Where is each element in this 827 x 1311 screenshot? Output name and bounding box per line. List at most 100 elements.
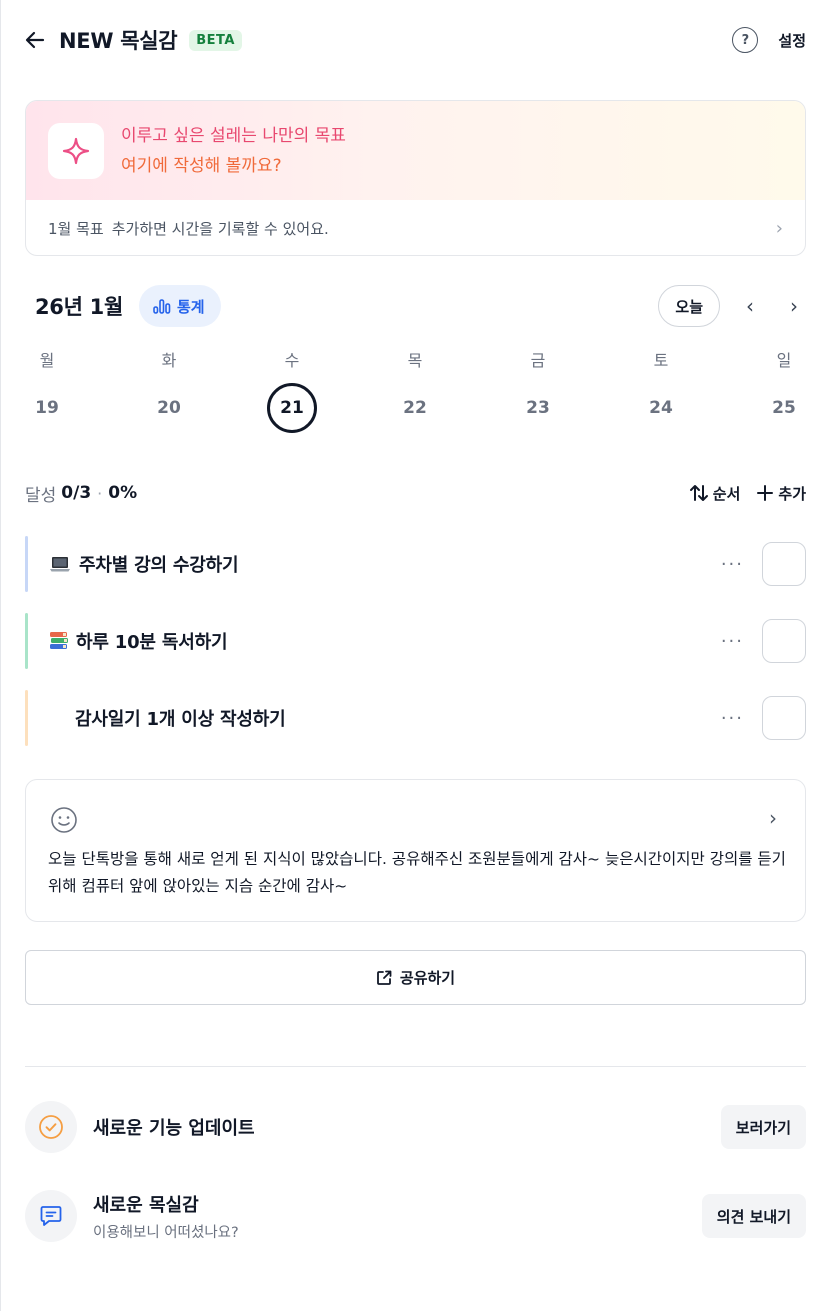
task-checkbox[interactable] <box>762 696 806 740</box>
task-actions: 순서 추가 <box>689 483 806 504</box>
settings-button[interactable]: 설정 <box>778 30 806 51</box>
send-feedback-button[interactable]: 의견 보내기 <box>701 1194 806 1238</box>
date-number[interactable]: 20 <box>145 393 193 423</box>
chevron-right-icon: › <box>769 806 777 830</box>
weekday-label: 일 <box>776 351 792 370</box>
week-day-fri[interactable]: 금 23 <box>514 346 562 423</box>
goal-prompt-line2: 여기에 작성해 볼까요? <box>121 155 282 176</box>
share-label: 공유하기 <box>399 969 456 987</box>
update-text: 새로운 기능 업데이트 <box>93 1114 255 1140</box>
feature-update-row: 새로운 기능 업데이트 보러가기 <box>25 1101 806 1153</box>
month-label: 26년 1월 <box>35 295 123 319</box>
update-title: 새로운 기능 업데이트 <box>93 1118 255 1139</box>
prev-week-button[interactable]: ‹ <box>728 285 772 327</box>
task-color-bar <box>25 613 28 669</box>
weekday-label: 화 <box>161 351 177 370</box>
reorder-label: 순서 <box>712 484 741 503</box>
books-icon <box>48 630 70 652</box>
week-day-mon[interactable]: 월 19 <box>23 346 71 423</box>
back-button[interactable] <box>19 24 51 56</box>
task-color-bar <box>25 690 28 746</box>
achievement-label: 달성 <box>25 485 57 506</box>
feedback-icon-box <box>25 1190 77 1242</box>
bar-chart-icon <box>153 299 171 314</box>
arrow-left-icon <box>25 31 45 49</box>
task-item[interactable]: 주차별 강의 수강하기 ··· <box>25 536 806 592</box>
achievement-percent: 0% <box>108 483 138 503</box>
goal-hint-prefix: 1월 목표 <box>48 219 104 238</box>
stats-button[interactable]: 통계 <box>139 285 221 327</box>
more-options-icon[interactable]: ··· <box>721 708 744 729</box>
sparkle-icon <box>62 137 90 164</box>
selected-date[interactable]: 21 <box>267 383 317 433</box>
header: NEW 목실감 BETA ? 설정 <box>25 22 806 58</box>
task-label: 감사일기 1개 이상 작성하기 <box>75 709 286 730</box>
task-checkbox[interactable] <box>762 619 806 663</box>
add-task-label: 추가 <box>778 484 806 503</box>
app-frame: NEW 목실감 BETA ? 설정 이루고 싶은 설레는 나만의 목표 여기에 … <box>0 0 827 1311</box>
week-day-sun[interactable]: 일 25 <box>760 346 808 423</box>
week-day-wed[interactable]: 수 21 <box>267 346 317 433</box>
date-number[interactable]: 23 <box>514 393 562 423</box>
header-actions: ? 설정 <box>732 27 806 53</box>
update-icon-box <box>25 1101 77 1153</box>
chevron-right-icon: › <box>775 217 783 239</box>
date-number[interactable]: 24 <box>637 393 685 423</box>
weekday-label: 토 <box>653 351 669 370</box>
more-options-icon[interactable]: ··· <box>721 554 744 575</box>
plus-icon <box>757 485 774 501</box>
help-icon: ? <box>741 32 750 48</box>
goal-prompt: 이루고 싶은 설레는 나만의 목표 여기에 작성해 볼까요? <box>121 121 346 181</box>
week-day-sat[interactable]: 토 24 <box>637 346 685 423</box>
achievement-separator: · <box>97 483 103 503</box>
task-color-bar <box>25 536 28 592</box>
date-number[interactable]: 22 <box>391 393 439 423</box>
weekday-label: 수 <box>284 351 300 370</box>
task-item[interactable]: 하루 10분 독서하기 ··· <box>25 613 806 669</box>
help-button[interactable]: ? <box>732 27 759 53</box>
feedback-subtitle: 이용해보니 어떠셨나요? <box>93 1224 239 1241</box>
today-button[interactable]: 오늘 <box>658 285 720 327</box>
chat-bubble-icon <box>40 1206 62 1226</box>
chevron-left-icon: ‹ <box>746 294 754 318</box>
share-button[interactable]: 공유하기 <box>25 950 806 1005</box>
date-number[interactable]: 19 <box>23 393 71 423</box>
sort-arrows-icon <box>689 485 708 501</box>
week-day-thu[interactable]: 목 22 <box>391 346 439 423</box>
chevron-right-icon: › <box>790 294 798 318</box>
goal-hint-text: 추가하면 시간을 기록할 수 있어요. <box>111 219 329 238</box>
more-options-icon[interactable]: ··· <box>721 631 744 652</box>
week-day-tue[interactable]: 화 20 <box>145 346 193 423</box>
smiley-icon <box>51 807 77 833</box>
view-updates-button[interactable]: 보러가기 <box>720 1105 806 1149</box>
feedback-text: 새로운 목실감 이용해보니 어떠셨나요? <box>93 1191 239 1242</box>
feedback-title: 새로운 목실감 <box>93 1194 199 1216</box>
achievement-row: 달성 0/3 · 0% 순서 추가 <box>25 478 806 508</box>
feedback-row: 새로운 목실감 이용해보니 어떠셨나요? 의견 보내기 <box>25 1190 806 1242</box>
goal-card[interactable]: 이루고 싶은 설레는 나만의 목표 여기에 작성해 볼까요? 1월 목표 추가하… <box>25 100 806 256</box>
sparkle-icon-box <box>48 122 104 179</box>
weekday-label: 목 <box>407 351 423 370</box>
diary-card[interactable]: › 오늘 단톡방을 통해 새로 얻게 된 지식이 많았습니다. 공유해주신 조원… <box>25 779 806 922</box>
beta-badge: BETA <box>189 29 242 51</box>
goal-hint-row[interactable]: 1월 목표 추가하면 시간을 기록할 수 있어요. › <box>26 200 805 255</box>
external-link-icon <box>376 970 392 985</box>
date-number[interactable]: 25 <box>760 393 808 423</box>
check-circle-icon <box>39 1115 63 1139</box>
weekday-label: 월 <box>39 351 55 370</box>
page-title: NEW 목실감 <box>59 29 178 53</box>
next-week-button[interactable]: › <box>772 285 816 327</box>
month-header: 26년 1월 통계 오늘 ‹ › <box>25 284 806 328</box>
add-task-button[interactable]: 추가 <box>756 483 806 504</box>
month-nav: 오늘 ‹ › <box>658 285 806 327</box>
task-label: 하루 10분 독서하기 <box>76 632 228 653</box>
week-strip: 월 19 화 20 수 21 목 22 금 23 토 24 일 25 <box>23 346 808 436</box>
task-item[interactable]: 감사일기 1개 이상 작성하기 ··· <box>25 690 806 746</box>
diary-text: 오늘 단톡방을 통해 새로 얻게 된 지식이 많았습니다. 공유해주신 조원분들… <box>48 850 786 895</box>
section-divider <box>25 1066 806 1067</box>
achievement-fraction: 0/3 <box>61 483 92 503</box>
reorder-button[interactable]: 순서 <box>689 483 741 504</box>
task-checkbox[interactable] <box>762 542 806 586</box>
weekday-label: 금 <box>530 351 546 370</box>
stats-label: 통계 <box>177 297 205 316</box>
